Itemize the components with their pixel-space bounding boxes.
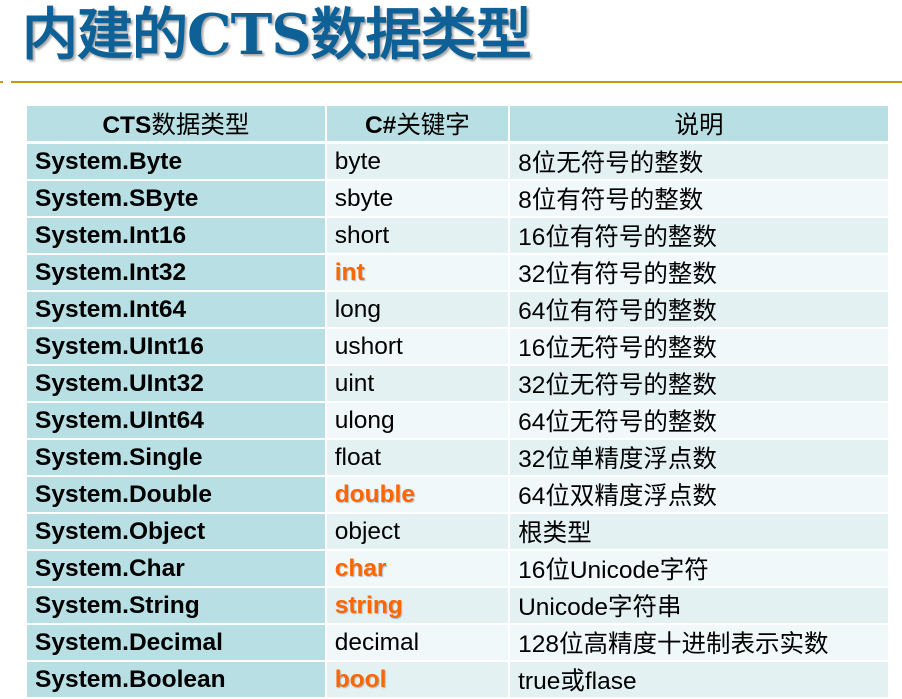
table-row: System.UInt16 ushort 16位无符号的整数 — [27, 329, 888, 366]
highlighted-keyword: char — [334, 554, 387, 582]
description-cell: 32位单精度浮点数 — [510, 440, 888, 477]
cts-type-cell: System.Single — [27, 440, 327, 477]
title-divider-marker — [0, 81, 3, 83]
table-row: System.Char char 16位Unicode字符 — [27, 551, 888, 588]
keyword: byte — [334, 147, 381, 175]
header-keyword-cjk: 关键字 — [396, 112, 470, 139]
keyword: object — [334, 517, 401, 545]
table-row: System.SByte sbyte 8位有符号的整数 — [27, 181, 888, 218]
keyword: short — [334, 221, 390, 249]
description-cell: 32位无符号的整数 — [510, 366, 888, 403]
slide-title: 内建的CTS数据类型 — [22, 2, 532, 68]
csharp-keyword-cell: short — [326, 218, 511, 255]
csharp-keyword-cell: byte — [326, 144, 511, 181]
csharp-keyword-cell: long — [326, 292, 511, 329]
description-cell: 16位无符号的整数 — [510, 329, 888, 366]
keyword: sbyte — [334, 184, 394, 212]
description-cell: true或flase — [510, 662, 888, 699]
description-cell: 16位有符号的整数 — [510, 218, 888, 255]
header-csharp-keyword: C#关键字 — [326, 106, 511, 144]
csharp-keyword-cell: bool — [326, 662, 511, 699]
description-cell: 64位有符号的整数 — [510, 292, 888, 329]
cts-type-cell: System.Object — [27, 514, 327, 551]
description-cell: 16位Unicode字符 — [510, 551, 888, 588]
table-header-row: CTS数据类型 C#关键字 说明 — [27, 106, 888, 144]
cts-type-cell: System.Int16 — [27, 218, 327, 255]
description-cell: 根类型 — [510, 514, 888, 551]
cts-type-cell: System.Int32 — [27, 255, 327, 292]
table-row: System.UInt32 uint 32位无符号的整数 — [27, 366, 888, 403]
table-row: System.Decimal decimal 128位高精度十进制表示实数 — [27, 625, 888, 662]
table-row: System.Byte byte 8位无符号的整数 — [27, 144, 888, 181]
cts-type-cell: System.Double — [27, 477, 327, 514]
csharp-keyword-cell: decimal — [326, 625, 511, 662]
table-body: System.Byte byte 8位无符号的整数 System.SByte sbyte… — [27, 144, 888, 699]
header-description: 说明 — [510, 106, 888, 144]
keyword: ushort — [334, 332, 403, 360]
csharp-keyword-cell: ushort — [326, 329, 511, 366]
cts-type-cell: System.SByte — [27, 181, 327, 218]
header-cts-latin: CTS — [102, 112, 152, 139]
csharp-keyword-cell: double — [326, 477, 511, 514]
description-cell: 8位无符号的整数 — [510, 144, 888, 181]
csharp-keyword-cell: uint — [326, 366, 511, 403]
highlighted-keyword: double — [334, 480, 415, 508]
cts-type-cell: System.Int64 — [27, 292, 327, 329]
table-row: System.String string Unicode字符串 — [27, 588, 888, 625]
table-row: System.Int64 long 64位有符号的整数 — [27, 292, 888, 329]
highlighted-keyword: int — [334, 258, 365, 286]
csharp-keyword-cell: int — [326, 255, 511, 292]
csharp-keyword-cell: char — [326, 551, 511, 588]
header-keyword-latin: C# — [364, 112, 397, 139]
highlighted-keyword: string — [334, 591, 403, 619]
cts-type-cell: System.Decimal — [27, 625, 327, 662]
table-row: System.Object object 根类型 — [27, 514, 888, 551]
description-cell: 32位有符号的整数 — [510, 255, 888, 292]
table-row: System.Single float 32位单精度浮点数 — [27, 440, 888, 477]
keyword: uint — [334, 369, 375, 397]
table-row: System.Int16 short 16位有符号的整数 — [27, 218, 888, 255]
description-cell: Unicode字符串 — [510, 588, 888, 625]
cts-type-cell: System.Char — [27, 551, 327, 588]
title-divider — [11, 81, 902, 83]
table-row: System.Boolean bool true或flase — [27, 662, 888, 699]
keyword: float — [334, 443, 381, 471]
table-row: System.Int32 int 32位有符号的整数 — [27, 255, 888, 292]
csharp-keyword-cell: string — [326, 588, 511, 625]
table-row: System.Double double 64位双精度浮点数 — [27, 477, 888, 514]
header-cts-cjk: 数据类型 — [151, 112, 250, 139]
header-cts-type: CTS数据类型 — [27, 106, 327, 144]
description-cell: 64位无符号的整数 — [510, 403, 888, 440]
highlighted-keyword: bool — [334, 665, 387, 693]
table-row: System.UInt64 ulong 64位无符号的整数 — [27, 403, 888, 440]
cts-type-cell: System.String — [27, 588, 327, 625]
description-cell: 128位高精度十进制表示实数 — [510, 625, 888, 662]
csharp-keyword-cell: object — [326, 514, 511, 551]
description-cell: 64位双精度浮点数 — [510, 477, 888, 514]
keyword: long — [334, 295, 382, 323]
keyword: ulong — [334, 406, 395, 434]
cts-type-cell: System.UInt16 — [27, 329, 327, 366]
csharp-keyword-cell: float — [326, 440, 511, 477]
csharp-keyword-cell: sbyte — [326, 181, 511, 218]
keyword: decimal — [334, 628, 420, 656]
cts-type-cell: System.UInt64 — [27, 403, 327, 440]
cts-type-cell: System.Byte — [27, 144, 327, 181]
cts-type-cell: System.Boolean — [27, 662, 327, 699]
cts-types-table: CTS数据类型 C#关键字 说明 System.Byte byte 8位无符号的整数… — [27, 106, 888, 699]
description-cell: 8位有符号的整数 — [510, 181, 888, 218]
csharp-keyword-cell: ulong — [326, 403, 511, 440]
cts-type-cell: System.UInt32 — [27, 366, 327, 403]
